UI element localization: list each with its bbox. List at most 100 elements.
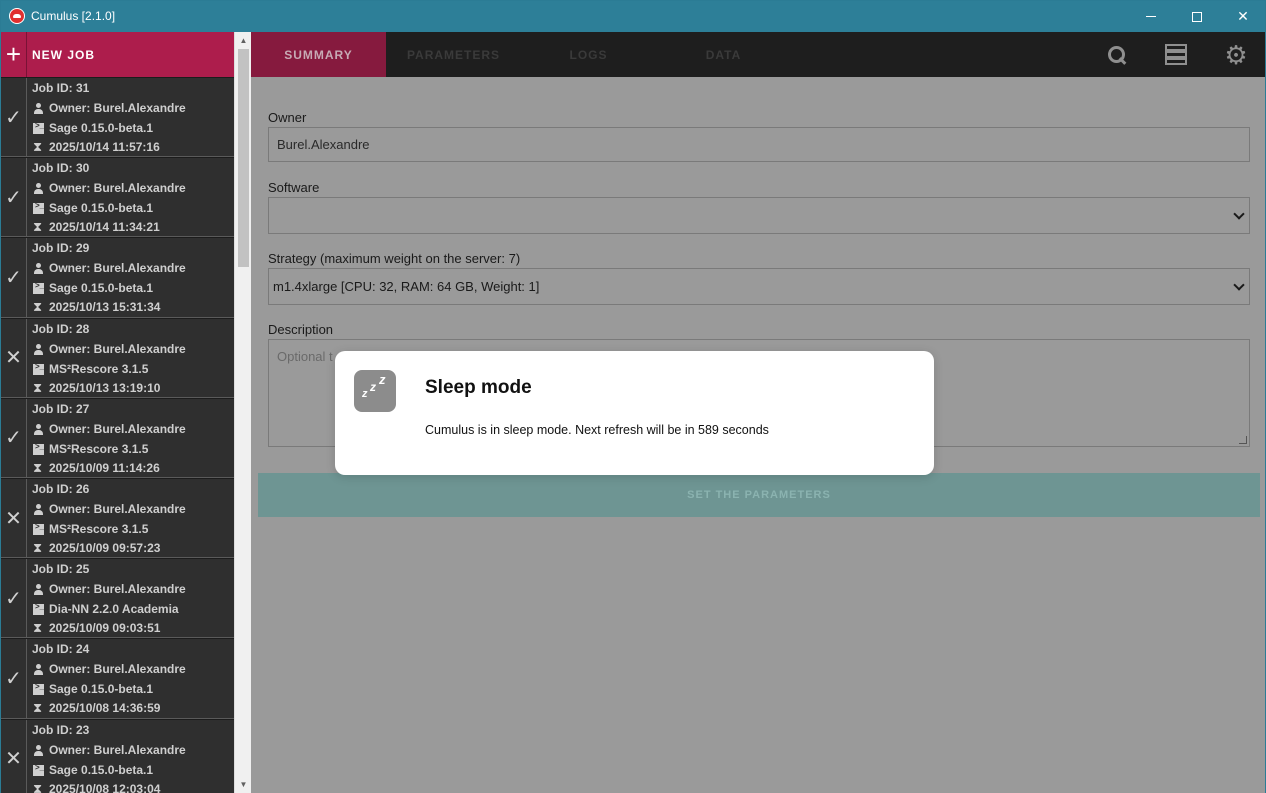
job-date: 2025/10/13 13:19:10 — [49, 380, 161, 395]
job-owner: Owner: Burel.Alexandre — [49, 421, 186, 436]
chevron-down-icon — [1233, 208, 1245, 220]
set-parameters-button[interactable]: SET THE PARAMETERS — [258, 473, 1260, 517]
job-id: Job ID: 28 — [32, 321, 90, 336]
strategy-select[interactable]: m1.4xlarge [CPU: 32, RAM: 64 GB, Weight:… — [268, 268, 1250, 305]
scroll-down-arrow-icon[interactable]: ▼ — [235, 776, 252, 793]
job-owner: Owner: Burel.Alexandre — [49, 742, 186, 757]
job-id: Job ID: 27 — [32, 401, 90, 416]
chevron-down-icon — [1233, 279, 1245, 291]
tab-summary[interactable]: SUMMARY — [251, 32, 386, 77]
sidebar-scrollbar[interactable]: ▲ ▼ — [234, 32, 251, 793]
cloud-icon — [9, 8, 25, 24]
close-icon: ✕ — [1237, 8, 1249, 24]
job-software: Sage 0.15.0-beta.1 — [49, 281, 154, 296]
job-date: 2025/10/14 11:57:16 — [49, 140, 160, 154]
job-software: Sage 0.15.0-beta.1 — [49, 682, 154, 697]
hourglass-icon — [33, 139, 44, 155]
dialog-title: Sleep mode — [425, 377, 532, 398]
job-list-item[interactable]: ✓ Job ID: 31 Owner: Burel.Alexandre Sage 0.… — [1, 77, 234, 158]
maximize-icon — [1192, 11, 1202, 22]
minimize-button[interactable] — [1128, 1, 1174, 32]
terminal-icon — [33, 442, 44, 455]
terminal-icon — [33, 121, 44, 134]
window-title: Cumulus [2.1.0] — [31, 9, 116, 23]
job-list-item[interactable]: ✕ Job ID: 23 Owner: Burel.Alexandre Sage 0.… — [1, 718, 234, 793]
job-id: Job ID: 31 — [32, 81, 90, 95]
check-icon: ✓ — [1, 639, 27, 718]
job-list-item[interactable]: ✓ Job ID: 27 Owner: Burel.Alexandre MS²Resc… — [1, 397, 234, 478]
maximize-button[interactable] — [1174, 1, 1220, 32]
terminal-icon — [33, 201, 44, 215]
software-select[interactable] — [268, 197, 1250, 234]
job-date: 2025/10/08 14:36:59 — [49, 701, 161, 716]
job-list-item[interactable]: ✕ Job ID: 26 Owner: Burel.Alexandre MS²Resc… — [1, 477, 234, 559]
job-date: 2025/10/09 09:03:51 — [49, 621, 161, 636]
description-placeholder: Optional t — [277, 349, 333, 364]
job-id: Job ID: 26 — [32, 481, 90, 496]
user-icon — [33, 263, 44, 275]
tab-bar: SUMMARY PARAMETERS LOGS DATA ⚙ — [251, 32, 1265, 77]
sleep-zzz-icon: zzz — [354, 370, 396, 412]
tab-parameters[interactable]: PARAMETERS — [386, 32, 521, 77]
job-list-item[interactable]: ✓ Job ID: 24 Owner: Burel.Alexandre Sage 0.… — [1, 638, 234, 719]
job-list-item[interactable]: ✓ Job ID: 25 Owner: Burel.Alexandre Dia-NN … — [1, 558, 234, 639]
job-date: 2025/10/09 11:14:26 — [49, 460, 160, 475]
search-icon[interactable] — [1104, 42, 1130, 68]
user-icon — [33, 584, 44, 596]
terminal-icon — [33, 602, 44, 616]
description-label: Description — [268, 322, 334, 337]
hourglass-icon — [33, 620, 44, 636]
tab-data[interactable]: DATA — [656, 32, 791, 77]
owner-label: Owner — [268, 110, 307, 125]
job-software: Dia-NN 2.2.0 Academia — [49, 602, 179, 617]
minimize-icon — [1146, 16, 1156, 17]
job-software: Sage 0.15.0-beta.1 — [49, 121, 154, 135]
scroll-thumb[interactable] — [238, 49, 249, 267]
job-list-item[interactable]: ✕ Job ID: 28 Owner: Burel.Alexandre MS²Resc… — [1, 317, 234, 398]
check-icon: ✓ — [1, 238, 27, 317]
job-list-item[interactable]: ✓ Job ID: 30 Owner: Burel.Alexandre Sage 0.… — [1, 157, 234, 238]
job-owner: Owner: Burel.Alexandre — [49, 341, 186, 356]
new-job-label: NEW JOB — [32, 48, 96, 62]
job-list: ✓ Job ID: 31 Owner: Burel.Alexandre Sage 0.… — [1, 77, 234, 793]
terminal-icon — [33, 522, 44, 535]
server-list-icon[interactable] — [1163, 42, 1189, 68]
job-sidebar: + NEW JOB ✓ Job ID: 31 Owner: Burel.Alexan… — [1, 32, 251, 793]
job-software: Sage 0.15.0-beta.1 — [49, 201, 154, 216]
job-id: Job ID: 23 — [32, 722, 90, 737]
sleep-mode-dialog: zzz Sleep mode Cumulus is in sleep mode.… — [335, 351, 934, 475]
new-job-button[interactable]: + NEW JOB — [1, 32, 234, 77]
hourglass-icon — [33, 700, 44, 716]
tab-logs[interactable]: LOGS — [521, 32, 656, 77]
job-owner: Owner: Burel.Alexandre — [49, 662, 186, 677]
user-icon — [33, 103, 44, 114]
strategy-label: Strategy (maximum weight on the server: … — [268, 251, 521, 266]
user-icon — [33, 744, 44, 756]
resize-grip-icon[interactable] — [1239, 436, 1247, 444]
job-date: 2025/10/09 09:57:23 — [49, 540, 161, 555]
terminal-icon — [33, 763, 44, 776]
plus-icon: + — [1, 32, 27, 77]
job-date: 2025/10/13 15:31:34 — [49, 300, 161, 315]
hourglass-icon — [33, 219, 44, 235]
hourglass-icon — [33, 460, 44, 476]
hourglass-icon — [33, 299, 44, 315]
dialog-message: Cumulus is in sleep mode. Next refresh w… — [425, 423, 769, 437]
app-window: Cumulus [2.1.0] ✕ + NEW JOB ✓ Job ID: 31 O… — [0, 0, 1266, 793]
owner-field[interactable]: Burel.Alexandre — [268, 127, 1250, 162]
user-icon — [33, 423, 44, 435]
gear-icon[interactable]: ⚙ — [1223, 42, 1249, 68]
user-icon — [33, 183, 44, 195]
scroll-up-arrow-icon[interactable]: ▲ — [235, 32, 252, 49]
job-list-item[interactable]: ✓ Job ID: 29 Owner: Burel.Alexandre Sage 0.… — [1, 237, 234, 318]
cross-icon: ✕ — [1, 719, 27, 793]
job-software: Sage 0.15.0-beta.1 — [49, 762, 154, 777]
title-bar: Cumulus [2.1.0] ✕ — [1, 1, 1265, 32]
cross-icon: ✕ — [1, 478, 27, 558]
cross-icon: ✕ — [1, 318, 27, 397]
user-icon — [33, 664, 44, 676]
job-id: Job ID: 30 — [32, 161, 90, 176]
job-software: MS²Rescore 3.1.5 — [49, 521, 149, 536]
job-owner: Owner: Burel.Alexandre — [49, 501, 186, 516]
close-button[interactable]: ✕ — [1220, 1, 1266, 32]
